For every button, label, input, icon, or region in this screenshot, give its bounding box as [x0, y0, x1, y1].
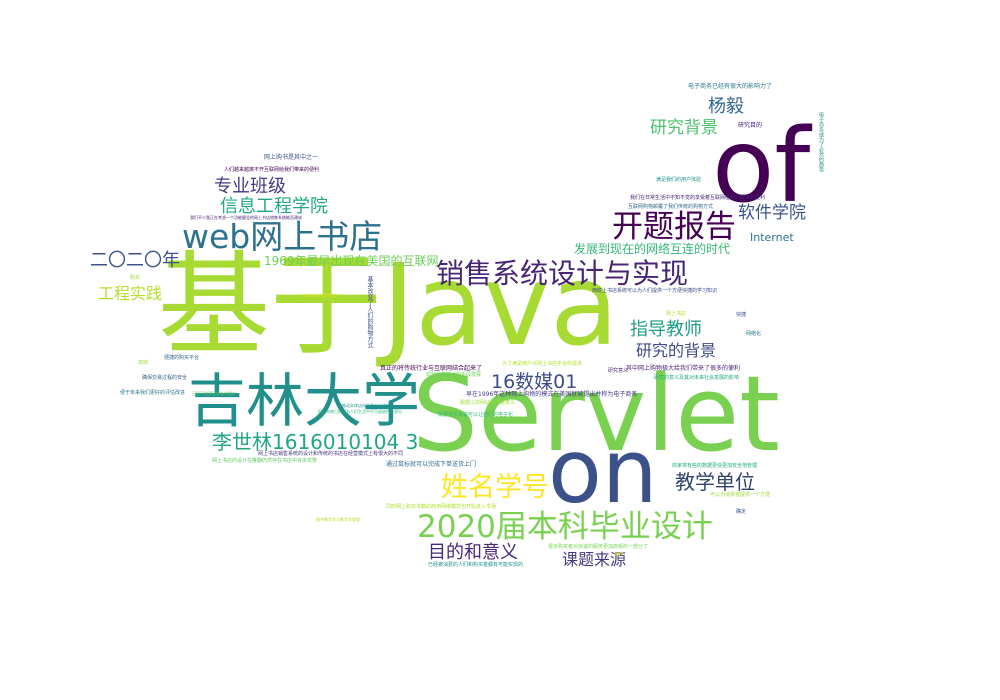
word-small-27: 电商发展的初期形态	[302, 293, 338, 298]
word-small-4: 人们越来越离不开互联网给我们带来的便利	[224, 167, 320, 173]
word-internet-1969: 1969年最早出现在美国的互联网	[264, 254, 439, 268]
word-small-37: 我们不少我正在考虑一个功能健全的网上书店销售系统能否建成	[190, 215, 302, 220]
word-small-10: 早在1996年这种网上购物的模式在美国就被提出并称为电子商务	[466, 391, 638, 398]
word-small-16: 基本改变了人们的购物方式	[366, 276, 373, 348]
word-small-6: 互联网购物颠覆了我们传统的购物方式	[628, 204, 714, 210]
word-cloud: 基于Java Servlet on of 吉林大学 web网上书店 开题报告 销…	[0, 0, 1000, 700]
word-small-26: 同时网上购买书籍的商用网络模式也开始进入市场	[386, 504, 497, 510]
word-research-background: 研究背景	[650, 118, 718, 138]
word-small-15: 现代信息技术的手段发展	[426, 372, 482, 378]
word-small-21: 确保交易过程的安全	[142, 375, 188, 381]
word-small-36: 已经不能满足现有的需求	[192, 391, 236, 396]
word-small-31: 可以为消费者提供一个方便	[710, 492, 771, 498]
word-advisor: 指导教师	[630, 319, 702, 340]
word-small-3: 网上购书是其中之一	[264, 154, 319, 161]
word-small-19: 快捷	[736, 312, 747, 318]
word-small-18: 网络化	[746, 331, 762, 337]
word-small-42: 购买	[130, 275, 141, 281]
word-small-29: 已经被消费的人们和购买者都有可能实现的	[428, 562, 524, 568]
word-small-8: 西班上书店系统可以为人们提供一个方便快捷的学习知识	[592, 288, 718, 294]
word-engineering-practice: 工程实践	[98, 284, 163, 303]
word-major-class: 专业班级	[214, 176, 286, 197]
word-small-11: 其中网上购物极大给我们带来了很多的便利	[626, 365, 741, 372]
word-year-2020: 二〇二〇年	[90, 250, 180, 271]
word-sales-system: 销售系统设计与实现	[436, 257, 689, 290]
word-small-40: 电子商务成为了必然的趋势	[818, 112, 824, 172]
word-small-38: 网上购物已经成为人们生活中不可或缺的一部分	[318, 409, 402, 414]
word-yang-yi: 杨毅	[708, 96, 744, 117]
word-proposal-report: 开题报告	[612, 209, 736, 245]
word-small-43: 用户	[614, 552, 625, 558]
word-small-12: 通过鼠标就可以完成下单送货上门	[386, 461, 477, 468]
word-small-28: 很多购买者对快速的服务更加高频的一部分了	[548, 544, 649, 550]
word-network-era: 发展到现在的网络互连的时代	[574, 242, 731, 256]
word-small-23: 跟据以前网站的改进意义	[460, 400, 516, 406]
word-small-30: 确定	[736, 509, 747, 515]
word-small-35: 推动实体店向网络方向的转型	[342, 403, 394, 408]
word-purpose: 目的和意义	[428, 542, 518, 563]
word-info-eng-college: 信息工程学院	[220, 196, 328, 217]
word-small-33: 为了满足用户对网上书店平台的需求	[502, 361, 583, 367]
word-small-39: 图书数字化与数字化管理	[316, 517, 360, 522]
word-small-14: 网上书店的设计在推翻仍然存在书店中许多优势	[212, 458, 318, 464]
word-small-32: 研究意义	[608, 368, 629, 374]
word-small-34: 研究的意义及其对未来社会发展的影响	[654, 375, 740, 381]
word-small-22: 便于未来我们更好的评估改进	[120, 390, 186, 396]
word-small-41: 网上书店	[666, 311, 687, 317]
word-small-1: 电子商务已经有很大的影响力了	[688, 83, 773, 90]
word-software-college: 软件学院	[738, 203, 806, 223]
word-research-background-2: 研究的背景	[636, 341, 717, 360]
word-small-2: 研究目的	[738, 122, 763, 129]
word-small-17: 便捷的购买平台	[164, 355, 200, 361]
word-li-shilin: 李世林1616010104 3	[212, 430, 419, 454]
word-small-20: 高效	[138, 360, 149, 366]
word-class-16: 16数媒01	[491, 371, 578, 393]
word-name-id: 姓名学号	[441, 472, 549, 503]
word-jilin-university: 吉林大学	[188, 367, 421, 435]
word-small-24: 需要很多来说可以让他们的电子化	[438, 412, 514, 418]
word-on: on	[548, 420, 658, 523]
word-web-bookstore: web网上书店	[182, 217, 383, 256]
word-teaching-unit: 教学单位	[675, 470, 755, 494]
word-internet: Internet	[750, 231, 794, 244]
word-small-25: 商家将有些的数据更快更加安全地管理	[672, 463, 758, 469]
word-small-7: 满足我们的用户体验	[656, 177, 702, 183]
word-graduation-design: 2020届本科毕业设计	[417, 509, 713, 545]
word-small-5: 我们在日常生活中不知不觉的享受着互联网给我们带来的便利	[630, 195, 766, 201]
word-small-13: 网上书店销售系统的设计和传统的书店在经营模式上有很大的不同	[258, 451, 404, 457]
